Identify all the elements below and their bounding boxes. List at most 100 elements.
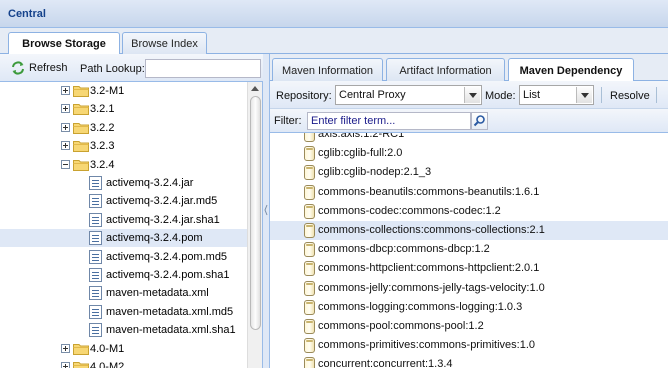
tree-file-row[interactable]: activemq-3.2.4.jar.md5 (0, 192, 247, 210)
expand-icon[interactable] (61, 343, 70, 353)
storage-tree: 3.2-M1 3.2.1 3.2.2 3.2.3 3.2.4 activemq-3.2.4… (0, 82, 247, 368)
expand-icon[interactable] (61, 362, 70, 368)
file-icon (89, 231, 102, 246)
dependency-row[interactable]: commons-httpclient:commons-httpclient:2.… (270, 259, 668, 278)
jar-icon (304, 338, 315, 354)
tree-folder-row[interactable]: 3.2-M1 (0, 82, 247, 100)
tree-file-row[interactable]: maven-metadata.xml.sha1 (0, 321, 247, 339)
expand-icon[interactable] (61, 104, 70, 114)
tree-folder-row[interactable]: 4.0-M1 (0, 340, 247, 358)
dependency-label: cglib:cglib-full:2.0 (318, 147, 403, 160)
tree-item-label: 4.0-M1 (90, 342, 125, 355)
tree-folder-row[interactable]: 4.0-M2 (0, 358, 247, 368)
expand-icon[interactable] (61, 141, 70, 151)
dependency-label: commons-jelly:commons-jelly-tags-velocit… (318, 281, 545, 294)
search-icon (473, 115, 485, 127)
tree-item-label: 3.2.3 (90, 140, 115, 153)
folder-icon (73, 104, 89, 116)
tree-item-label: activemq-3.2.4.pom.md5 (106, 250, 228, 263)
file-icon (89, 286, 102, 301)
jar-icon (304, 184, 315, 200)
jar-icon (304, 261, 315, 277)
dependency-row[interactable]: commons-logging:commons-logging:1.0.3 (270, 298, 668, 317)
file-icon (89, 304, 102, 319)
tree-item-label: maven-metadata.xml.sha1 (106, 324, 236, 337)
dependency-row[interactable]: commons-beanutils:commons-beanutils:1.6.… (270, 183, 668, 202)
tree-item-label: 3.2.4 (90, 158, 115, 171)
tree-scrollbar[interactable] (247, 82, 262, 368)
tree-file-row[interactable]: activemq-3.2.4.pom (0, 229, 247, 248)
mode-select[interactable]: List (519, 85, 594, 105)
tree-folder-row[interactable]: 3.2.4 (0, 156, 247, 174)
tree-item-label: activemq-3.2.4.jar.sha1 (106, 213, 220, 226)
tree-file-row[interactable]: activemq-3.2.4.jar (0, 174, 247, 192)
tab-browse-storage[interactable]: Browse Storage (8, 32, 120, 55)
chevron-down-icon[interactable] (576, 87, 592, 103)
dependency-label: commons-collections:commons-collections:… (318, 224, 545, 236)
chevron-down-icon[interactable] (464, 87, 480, 103)
tree-file-row[interactable]: maven-metadata.xml (0, 284, 247, 302)
tab-artifact-information[interactable]: Artifact Information (386, 58, 505, 81)
tree-item-label: activemq-3.2.4.jar (106, 177, 194, 189)
dependency-row[interactable]: concurrent:concurrent:1.3.4 (270, 355, 668, 368)
tab-maven-dependency[interactable]: Maven Dependency (508, 58, 634, 82)
dependency-row[interactable]: cglib:cglib-nodep:2.1_3 (270, 163, 668, 182)
tree-file-row[interactable]: activemq-3.2.4.pom.sha1 (0, 266, 247, 284)
folder-icon (73, 86, 89, 97)
tree-item-label: 3.2.1 (90, 103, 115, 116)
storage-panel: Refresh Path Lookup: 3.2-M1 3.2.1 3.2.2 3.2… (0, 54, 263, 368)
tree-item-label: 3.2.2 (90, 121, 115, 134)
file-icon (89, 323, 102, 338)
mode-value: List (523, 89, 541, 101)
dependency-row[interactable]: cglib:cglib-full:2.0 (270, 144, 668, 163)
tree-file-row[interactable]: maven-metadata.xml.md5 (0, 303, 247, 321)
refresh-icon (10, 60, 26, 76)
jar-icon (304, 223, 315, 238)
collapse-grip-icon[interactable] (264, 204, 268, 216)
jar-icon (304, 280, 315, 296)
folder-icon (73, 159, 89, 171)
jar-icon (304, 133, 315, 142)
tab-browse-index[interactable]: Browse Index (122, 32, 207, 54)
dependency-row[interactable]: axis:axis:1.2-RC1 (270, 133, 668, 144)
path-lookup-input[interactable] (145, 59, 261, 78)
folder-icon (73, 141, 89, 153)
dependency-row[interactable]: commons-pool:commons-pool:1.2 (270, 317, 668, 336)
repository-label: Repository: (276, 90, 332, 102)
dependency-row[interactable]: commons-jelly:commons-jelly-tags-velocit… (270, 279, 668, 298)
folder-icon (73, 362, 89, 368)
refresh-label: Refresh (29, 62, 68, 74)
filter-input[interactable]: Enter filter term... (307, 112, 471, 130)
tree-file-row[interactable]: activemq-3.2.4.jar.sha1 (0, 211, 247, 229)
dependency-label: commons-codec:commons-codec:1.2 (318, 204, 501, 217)
tree-folder-row[interactable]: 3.2.3 (0, 137, 247, 155)
tree-item-label: maven-metadata.xml.md5 (106, 305, 234, 318)
tree-file-row[interactable]: activemq-3.2.4.pom.md5 (0, 248, 247, 266)
scroll-up-arrow-icon[interactable] (251, 86, 259, 91)
tree-item-label: 4.0-M2 (90, 361, 125, 368)
dependency-label: commons-beanutils:commons-beanutils:1.6.… (318, 185, 540, 198)
expand-icon[interactable] (61, 86, 70, 95)
dependency-row[interactable]: commons-primitives:commons-primitives:1.… (270, 336, 668, 355)
tree-folder-row[interactable]: 3.2.2 (0, 119, 247, 137)
scrollbar-thumb[interactable] (250, 96, 261, 330)
dependency-label: commons-pool:commons-pool:1.2 (318, 320, 484, 332)
tree-folder-row[interactable]: 3.2.1 (0, 100, 247, 118)
dependency-row[interactable]: commons-codec:commons-codec:1.2 (270, 202, 668, 221)
resolve-button[interactable]: Resolve (610, 90, 650, 102)
dependency-row[interactable]: commons-dbcp:commons-dbcp:1.2 (270, 240, 668, 259)
refresh-button[interactable]: Refresh (10, 60, 68, 76)
jar-icon (304, 203, 315, 219)
expand-icon[interactable] (61, 122, 70, 132)
collapse-icon[interactable] (61, 159, 70, 169)
file-icon (89, 176, 102, 190)
dependency-label: commons-httpclient:commons-httpclient:2.… (318, 262, 540, 275)
repository-select[interactable]: Central Proxy (335, 85, 482, 105)
dependency-row[interactable]: commons-collections:commons-collections:… (270, 221, 668, 240)
tree-item-label: activemq-3.2.4.pom.sha1 (106, 269, 230, 281)
repository-value: Central Proxy (339, 89, 406, 101)
tab-maven-information[interactable]: Maven Information (272, 58, 383, 81)
filter-search-button[interactable] (471, 112, 488, 130)
dependency-label: axis:axis:1.2-RC1 (318, 133, 405, 140)
dependency-label: concurrent:concurrent:1.3.4 (318, 358, 453, 368)
